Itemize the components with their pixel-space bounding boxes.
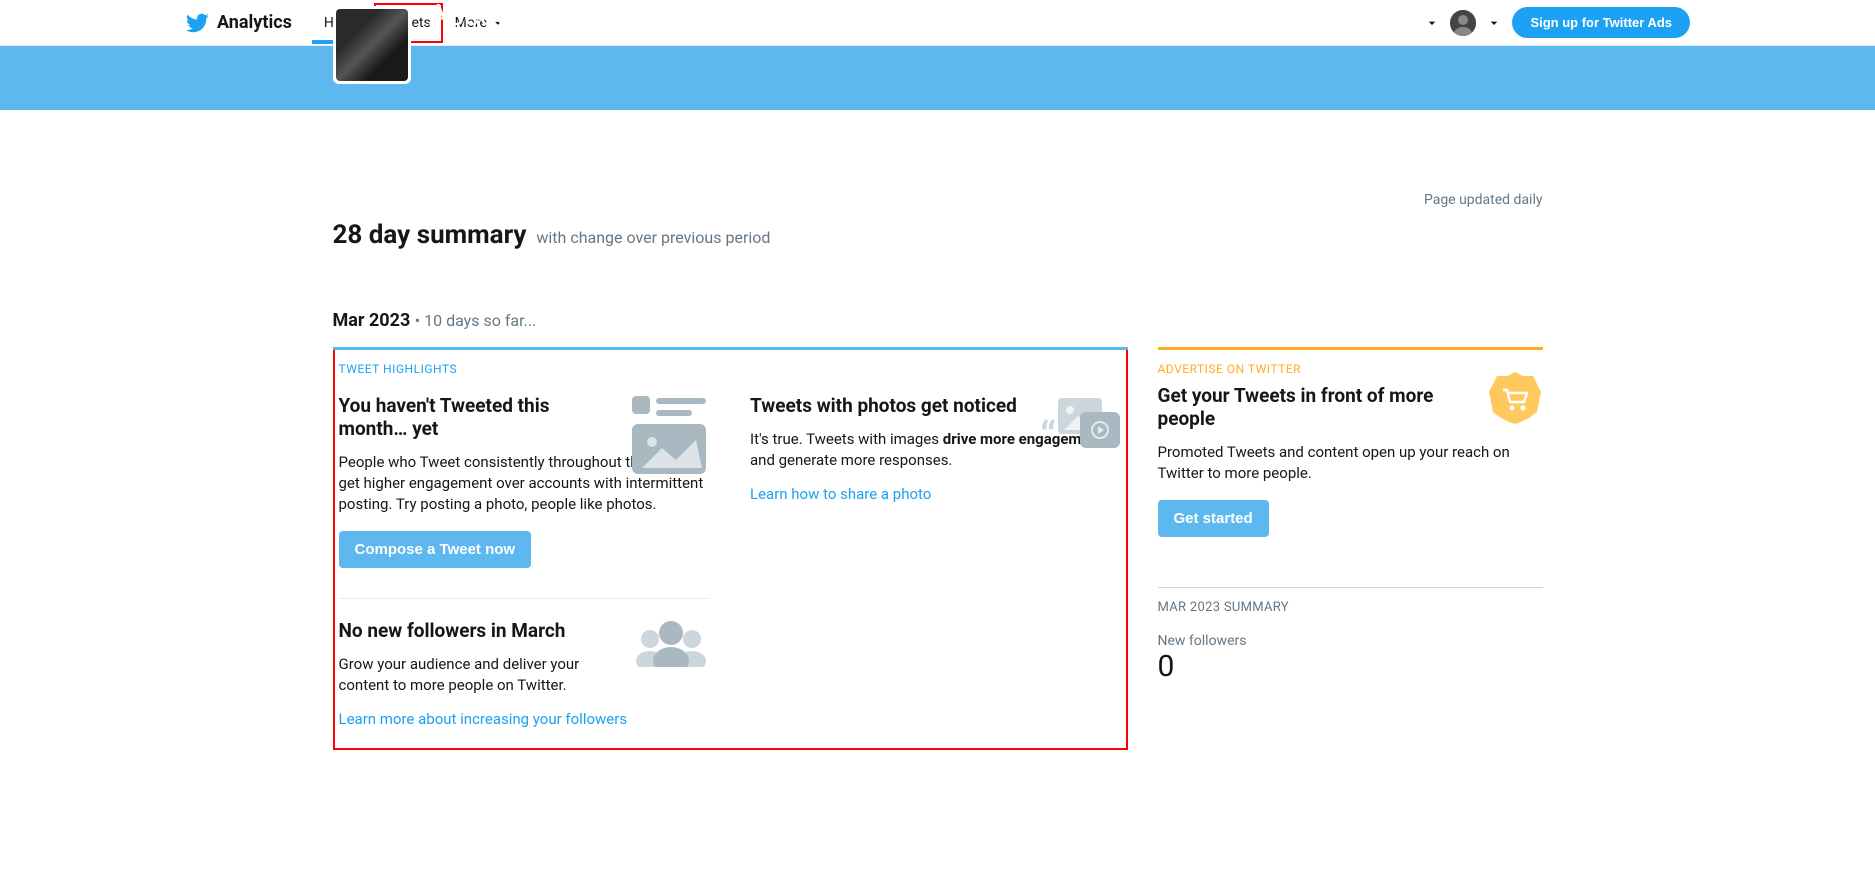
tweet-highlights-panel: TWEET HIGHLIGHTS You haven't Tweeted: [333, 347, 1128, 750]
month-label: Mar 2023: [333, 310, 411, 331]
dropdown-caret-icon[interactable]: [1424, 15, 1440, 31]
summary-subtitle: with change over previous period: [536, 228, 770, 247]
month-row: Mar 2023 • 10 days so far...: [333, 310, 1543, 331]
tweet-highlights-label: TWEET HIGHLIGHTS: [335, 350, 1126, 384]
page-title: Account home: [429, 0, 623, 33]
logo-section: Analytics: [185, 11, 292, 35]
main-columns: TWEET HIGHLIGHTS You haven't Tweeted: [333, 347, 1543, 750]
advertise-title: Get your Tweets in front of more people: [1158, 384, 1543, 430]
highlight-card-no-tweets: You haven't Tweeted this month… yet Peop…: [339, 384, 711, 588]
blue-banner: Account home: [0, 46, 1875, 110]
brand-name: Analytics: [217, 12, 292, 33]
compose-placeholder-icon: [628, 394, 710, 480]
new-followers-value: 0: [1158, 649, 1543, 684]
highlight-card-photos: “ Tweets with photos get noticed It's tr…: [750, 384, 1122, 588]
right-column: ADVERTISE ON TWITTER Get your Tweets in …: [1158, 347, 1543, 750]
cart-badge-icon: [1487, 370, 1543, 430]
avatar-caret-icon[interactable]: [1486, 15, 1502, 31]
photos-quote-icon: “: [1040, 394, 1122, 462]
advertise-text: Promoted Tweets and content open up your…: [1158, 442, 1543, 484]
month-summary-box: MAR 2023 SUMMARY New followers 0: [1158, 587, 1543, 684]
card3-text: Grow your audience and deliver your cont…: [339, 654, 599, 696]
get-started-button[interactable]: Get started: [1158, 500, 1269, 537]
followers-people-icon: [632, 619, 710, 671]
top-right: Sign up for Twitter Ads: [1424, 7, 1690, 38]
twitter-bird-icon: [185, 11, 209, 35]
page-updated-text: Page updated daily: [1424, 192, 1543, 208]
compose-tweet-button[interactable]: Compose a Tweet now: [339, 531, 532, 568]
profile-avatar-box: [333, 6, 411, 84]
profile-avatar[interactable]: [336, 9, 408, 81]
learn-share-photo-link[interactable]: Learn how to share a photo: [750, 485, 931, 503]
svg-text:“: “: [1040, 413, 1056, 458]
new-followers-label: New followers: [1158, 633, 1543, 649]
month-summary-label: MAR 2023 SUMMARY: [1158, 600, 1543, 615]
learn-followers-link[interactable]: Learn more about increasing your followe…: [339, 710, 628, 728]
top-nav: Analytics Home Tweets More Sign up for T…: [0, 0, 1875, 46]
signup-ads-button[interactable]: Sign up for Twitter Ads: [1512, 7, 1690, 38]
summary-title: 28 day summary: [333, 220, 527, 250]
month-days: • 10 days so far...: [415, 311, 536, 330]
avatar[interactable]: [1450, 10, 1476, 36]
advertise-label: ADVERTISE ON TWITTER: [1158, 350, 1543, 384]
highlight-card-followers: No new followers in March Grow your audi…: [339, 598, 711, 748]
advertise-card: ADVERTISE ON TWITTER Get your Tweets in …: [1158, 347, 1543, 557]
summary-heading-row: 28 day summary with change over previous…: [333, 220, 1543, 250]
